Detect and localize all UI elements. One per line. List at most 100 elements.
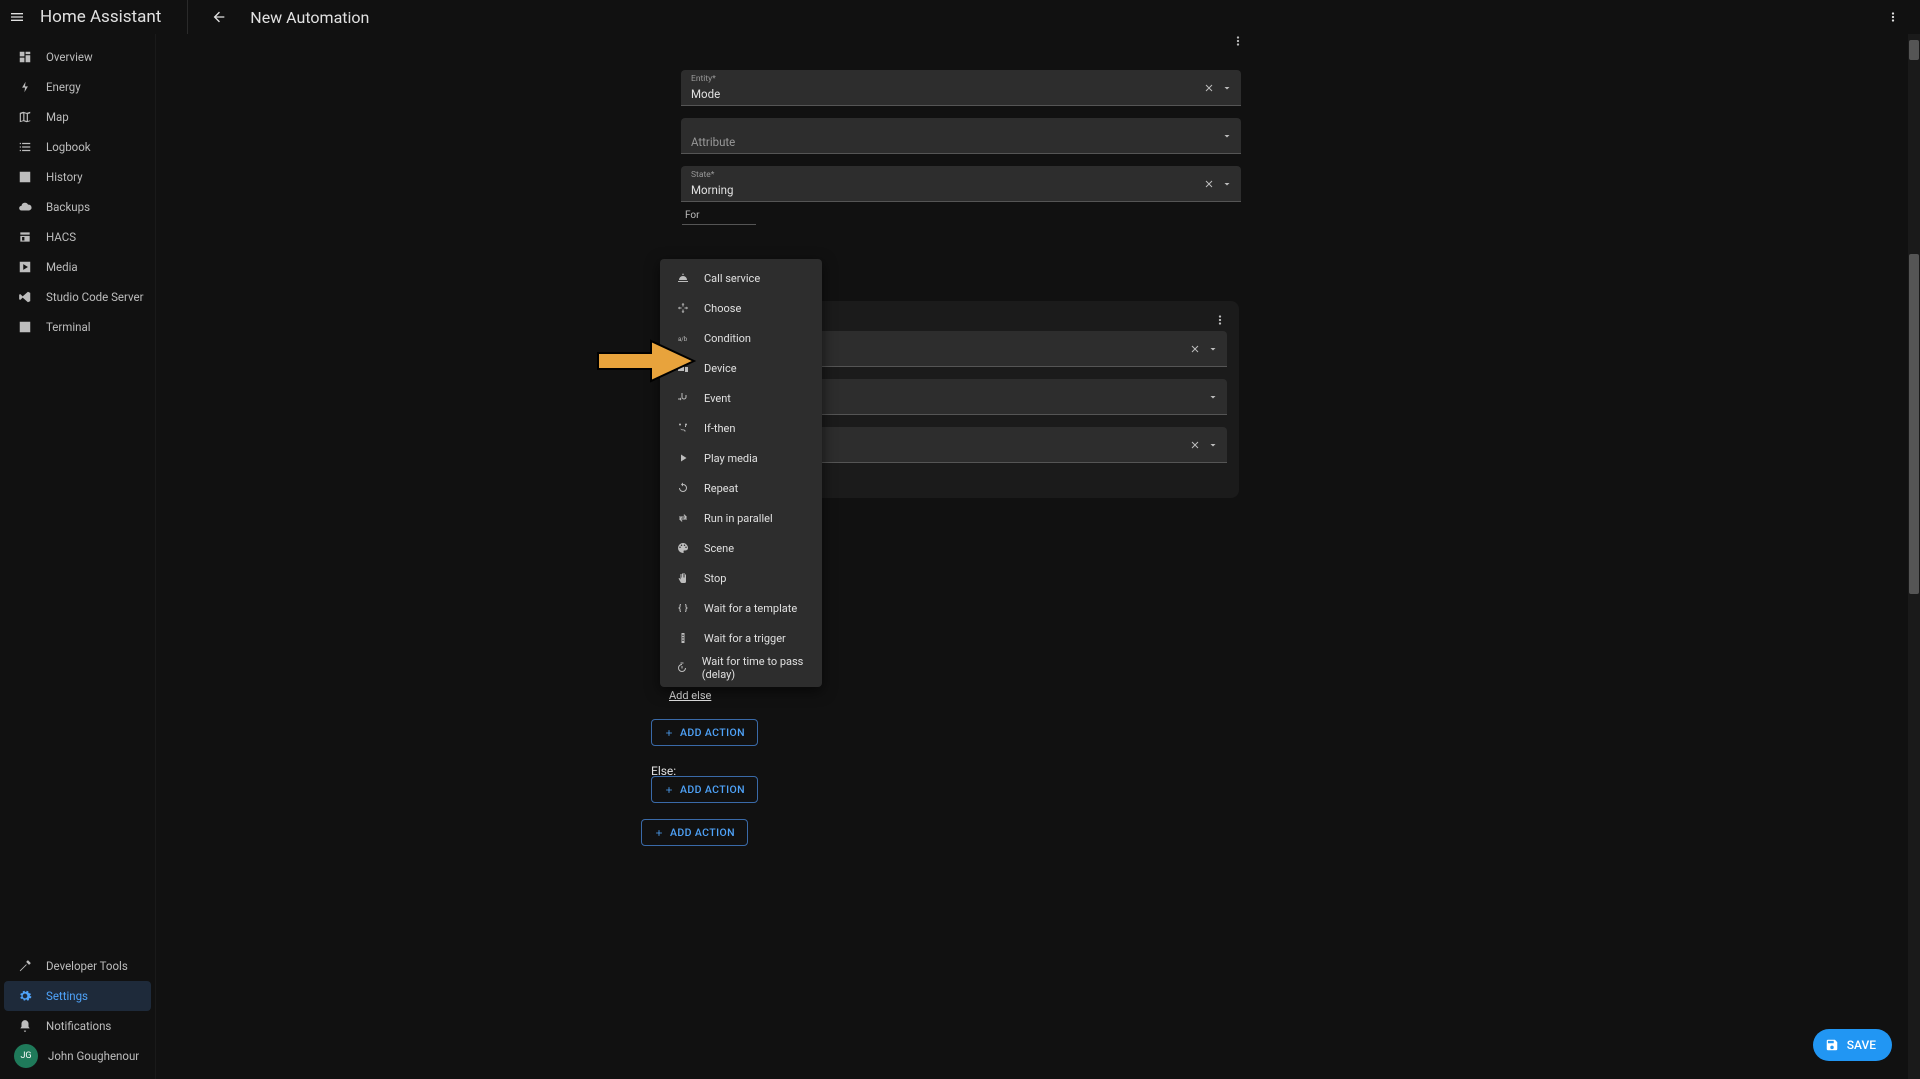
terminal-icon: [14, 320, 36, 334]
dots-vertical-icon: [1886, 10, 1900, 24]
dropdown-item-label: Play media: [704, 452, 758, 465]
dropdown-item-label: Wait for a trigger: [704, 632, 786, 645]
sidebar-item-label: Logbook: [46, 140, 91, 154]
dropdown-item-event[interactable]: Event: [660, 383, 822, 413]
sidebar-item-overview[interactable]: Overview: [4, 42, 151, 72]
back-button[interactable]: [202, 0, 236, 34]
play-icon: [674, 452, 692, 464]
dropdown-item-repeat[interactable]: Repeat: [660, 473, 822, 503]
sidebar: Overview Energy Map Logbook History Back…: [0, 34, 156, 1079]
save-label: SAVE: [1847, 1038, 1876, 1052]
sidebar-list: Overview Energy Map Logbook History Back…: [0, 34, 155, 951]
gesture-icon: [674, 392, 692, 404]
branch-icon: [674, 422, 692, 434]
sidebar-item-label: Terminal: [46, 320, 91, 334]
menu-icon: [9, 9, 25, 25]
dropdown-item-wait-delay[interactable]: Wait for time to pass (delay): [660, 653, 822, 683]
sidebar-item-energy[interactable]: Energy: [4, 72, 151, 102]
dropdown-item-label: Repeat: [704, 482, 738, 495]
gear-icon: [14, 989, 36, 1003]
bolt-icon: [14, 80, 36, 94]
cloud-icon: [14, 200, 36, 214]
sidebar-item-notifications[interactable]: Notifications: [4, 1011, 151, 1041]
dropdown-item-label: Event: [704, 392, 731, 405]
hand-icon: [674, 572, 692, 584]
swap-icon: [674, 512, 692, 524]
sidebar-item-user[interactable]: JG John Goughenour: [4, 1041, 151, 1071]
sidebar-item-devtools[interactable]: Developer Tools: [4, 951, 151, 981]
topbar-right: New Automation: [187, 0, 1920, 34]
store-icon: [14, 230, 36, 244]
sidebar-item-label: Notifications: [46, 1019, 111, 1033]
dropdown-item-wait-trigger[interactable]: Wait for a trigger: [660, 623, 822, 653]
content: Entity* Mode Attribute State* Morning Fo…: [156, 34, 1920, 1079]
timer-icon: [674, 662, 690, 674]
dropdown-item-scene[interactable]: Scene: [660, 533, 822, 563]
scroll-up-arrow[interactable]: [1909, 40, 1919, 60]
plus-icon: [654, 828, 664, 838]
sidebar-item-label: Backups: [46, 200, 90, 214]
sidebar-bottom: Developer Tools Settings Notifications J…: [0, 951, 155, 1079]
avatar: JG: [14, 1044, 38, 1068]
dropdown-item-label: Condition: [704, 332, 751, 345]
sidebar-item-label: HACS: [46, 230, 76, 244]
map-icon: [14, 110, 36, 124]
arrow-left-icon: [211, 9, 227, 25]
topbar: Home Assistant New Automation: [0, 0, 1920, 34]
tutorial-arrow: [596, 339, 696, 383]
dropdown-item-play-media[interactable]: Play media: [660, 443, 822, 473]
sidebar-item-label: Map: [46, 110, 69, 124]
sidebar-item-label: History: [46, 170, 83, 184]
sidebar-item-logbook[interactable]: Logbook: [4, 132, 151, 162]
dropdown-item-wait-template[interactable]: Wait for a template: [660, 593, 822, 623]
sidebar-item-media[interactable]: Media: [4, 252, 151, 282]
sidebar-item-terminal[interactable]: Terminal: [4, 312, 151, 342]
dropdown-item-label: Call service: [704, 272, 760, 285]
dropdown-item-choose[interactable]: Choose: [660, 293, 822, 323]
sidebar-item-hacs[interactable]: HACS: [4, 222, 151, 252]
braces-icon: [674, 602, 692, 614]
hamburger-button[interactable]: [0, 0, 34, 34]
sidebar-item-history[interactable]: History: [4, 162, 151, 192]
sidebar-item-label: Energy: [46, 80, 81, 94]
sidebar-item-label: Studio Code Server: [46, 290, 144, 304]
dropdown-item-label: Wait for time to pass (delay): [702, 655, 822, 681]
save-button[interactable]: SAVE: [1813, 1029, 1892, 1061]
refresh-icon: [674, 482, 692, 494]
add-action-button-outer[interactable]: ADD ACTION: [641, 819, 748, 846]
palette-icon: [674, 542, 692, 554]
sidebar-item-label: Overview: [46, 50, 93, 64]
sidebar-item-settings[interactable]: Settings: [4, 981, 151, 1011]
topbar-more-button[interactable]: [1876, 0, 1910, 34]
dropdown-item-label: Run in parallel: [704, 512, 773, 525]
dropdown-item-label: Device: [704, 362, 737, 375]
save-icon: [1825, 1038, 1839, 1052]
sidebar-item-label: Media: [46, 260, 78, 274]
list-icon: [14, 140, 36, 154]
dropdown-item-label: If-then: [704, 422, 735, 435]
sidebar-item-map[interactable]: Map: [4, 102, 151, 132]
wrench-icon: [14, 959, 36, 973]
dropdown-item-stop[interactable]: Stop: [660, 563, 822, 593]
dropdown-item-label: Wait for a template: [704, 602, 797, 615]
room-service-icon: [674, 272, 692, 284]
dropdown-item-call-service[interactable]: Call service: [660, 263, 822, 293]
dropdown-item-parallel[interactable]: Run in parallel: [660, 503, 822, 533]
bell-icon: [14, 1019, 36, 1033]
sidebar-item-label: Settings: [46, 989, 88, 1003]
dropdown-item-if-then[interactable]: If-then: [660, 413, 822, 443]
page-title: New Automation: [250, 8, 369, 27]
play-box-icon: [14, 260, 36, 274]
user-name: John Goughenour: [48, 1049, 139, 1063]
brand-title: Home Assistant: [34, 7, 161, 27]
sidebar-item-label: Developer Tools: [46, 959, 128, 973]
sidebar-item-studio-code[interactable]: Studio Code Server: [4, 282, 151, 312]
action-type-dropdown: Call service Choose a/bCondition Device …: [660, 259, 822, 687]
dropdown-item-label: Choose: [704, 302, 741, 315]
arrows-icon: [674, 302, 692, 314]
scrollbar[interactable]: [1908, 34, 1920, 1079]
sidebar-item-backups[interactable]: Backups: [4, 192, 151, 222]
dropdown-item-label: Scene: [704, 542, 734, 555]
scrollbar-thumb[interactable]: [1909, 254, 1919, 594]
dropdown-item-label: Stop: [704, 572, 726, 585]
